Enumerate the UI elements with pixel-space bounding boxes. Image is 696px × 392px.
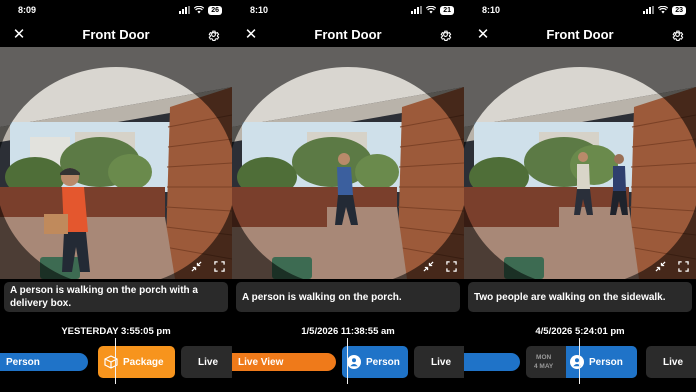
event-label: Live View bbox=[238, 356, 284, 368]
event-chip-previous[interactable] bbox=[464, 353, 520, 371]
ai-caption: A person is walking on the porch. bbox=[236, 282, 460, 312]
porch-camera-image bbox=[464, 47, 696, 279]
fullscreen-button[interactable] bbox=[676, 259, 690, 273]
close-button[interactable]: ✕ bbox=[9, 23, 29, 45]
signal-icon bbox=[643, 6, 655, 14]
event-timestamp: YESTERDAY 3:55:05 pm bbox=[61, 326, 171, 337]
zoom-out-icon bbox=[190, 260, 202, 272]
gear-icon bbox=[672, 30, 683, 41]
event-chip-person[interactable]: Person bbox=[342, 346, 408, 378]
zoom-out-icon bbox=[654, 260, 666, 272]
live-view-chip[interactable]: Live View bbox=[232, 353, 336, 371]
person-event[interactable]: Person bbox=[566, 346, 637, 378]
video-frame[interactable] bbox=[232, 47, 464, 279]
close-icon: ✕ bbox=[476, 26, 490, 43]
settings-button[interactable] bbox=[668, 24, 686, 44]
close-icon: ✕ bbox=[12, 26, 26, 43]
fullscreen-icon bbox=[445, 260, 457, 272]
status-bar: 8:10 21 bbox=[232, 0, 464, 20]
settings-button[interactable] bbox=[204, 24, 222, 44]
battery-icon: 23 bbox=[672, 5, 686, 15]
playhead bbox=[579, 338, 580, 384]
caption-text: Two people are walking on the sidewalk. bbox=[474, 291, 666, 303]
fullscreen-button[interactable] bbox=[444, 259, 458, 273]
caption-text: A person is walking on the porch with a … bbox=[10, 285, 198, 309]
zoom-out-button[interactable] bbox=[421, 259, 435, 273]
event-label: Person bbox=[589, 356, 623, 368]
status-time: 8:10 bbox=[250, 5, 269, 15]
status-time: 8:09 bbox=[18, 5, 37, 15]
live-button[interactable]: Live bbox=[646, 346, 696, 378]
wifi-icon bbox=[426, 6, 437, 14]
zoom-out-button[interactable] bbox=[189, 259, 203, 273]
app-header: ✕ Front Door bbox=[464, 22, 696, 46]
porch-camera-image bbox=[232, 47, 464, 279]
app-screen-3: 8:10 23 ✕ Front Door Two people are walk… bbox=[464, 0, 696, 392]
event-timeline[interactable]: Person Package Live bbox=[0, 338, 232, 384]
date-date: 4 MAY bbox=[534, 363, 554, 370]
date-day: MON bbox=[536, 354, 552, 361]
porch-camera-image bbox=[0, 47, 232, 279]
video-frame[interactable] bbox=[464, 47, 696, 279]
app-screen-2: 8:10 21 ✕ Front Door A person is walking… bbox=[232, 0, 464, 392]
event-chip-person[interactable]: MON 4 MAY Person bbox=[526, 346, 637, 378]
battery-icon: 21 bbox=[440, 5, 454, 15]
event-label: Package bbox=[123, 356, 164, 368]
ai-caption: A person is walking on the porch with a … bbox=[4, 282, 228, 312]
signal-icon bbox=[411, 6, 423, 14]
live-label: Live bbox=[663, 356, 684, 368]
page-title: Front Door bbox=[546, 26, 614, 42]
status-bar: 8:09 26 bbox=[0, 0, 232, 20]
live-label: Live bbox=[198, 356, 219, 368]
status-bar: 8:10 23 bbox=[464, 0, 696, 20]
event-label: Person bbox=[6, 356, 40, 368]
event-timestamp: 4/5/2026 5:24:01 pm bbox=[535, 326, 625, 337]
close-button[interactable]: ✕ bbox=[473, 23, 493, 45]
gear-icon bbox=[440, 30, 451, 41]
event-chip-package[interactable]: Package bbox=[98, 346, 175, 378]
zoom-out-button[interactable] bbox=[653, 259, 667, 273]
event-timeline[interactable]: MON 4 MAY Person Live bbox=[464, 338, 696, 384]
wifi-icon bbox=[658, 6, 669, 14]
live-label: Live bbox=[431, 356, 452, 368]
event-timestamp: 1/5/2026 11:38:55 am bbox=[301, 326, 395, 337]
playhead bbox=[115, 338, 116, 384]
screenshot-triptych: 8:09 26 ✕ Front Door A person is walking… bbox=[0, 0, 696, 392]
live-button[interactable]: Live bbox=[414, 346, 464, 378]
date-divider: MON 4 MAY bbox=[534, 353, 553, 371]
close-button[interactable]: ✕ bbox=[241, 23, 261, 45]
page-title: Front Door bbox=[82, 26, 150, 42]
video-frame[interactable] bbox=[0, 47, 232, 279]
status-time: 8:10 bbox=[482, 5, 501, 15]
battery-icon: 26 bbox=[208, 5, 222, 15]
page-title: Front Door bbox=[314, 26, 382, 42]
settings-button[interactable] bbox=[436, 24, 454, 44]
ai-caption: Two people are walking on the sidewalk. bbox=[468, 282, 692, 312]
app-header: ✕ Front Door bbox=[232, 22, 464, 46]
app-header: ✕ Front Door bbox=[0, 22, 232, 46]
playhead bbox=[347, 338, 348, 384]
person-icon bbox=[570, 355, 584, 369]
event-label: Person bbox=[366, 356, 400, 368]
zoom-out-icon bbox=[422, 260, 434, 272]
wifi-icon bbox=[194, 6, 205, 14]
live-button[interactable]: Live bbox=[181, 346, 232, 378]
gear-icon bbox=[208, 30, 219, 41]
event-chip-person[interactable]: Person bbox=[0, 353, 88, 371]
fullscreen-button[interactable] bbox=[212, 259, 226, 273]
event-timeline[interactable]: Live View Person Live bbox=[232, 338, 464, 384]
caption-text: A person is walking on the porch. bbox=[242, 291, 402, 303]
fullscreen-icon bbox=[213, 260, 225, 272]
close-icon: ✕ bbox=[244, 26, 258, 43]
person-icon bbox=[347, 355, 361, 369]
signal-icon bbox=[179, 6, 191, 14]
fullscreen-icon bbox=[677, 260, 689, 272]
app-screen-1: 8:09 26 ✕ Front Door A person is walking… bbox=[0, 0, 232, 392]
